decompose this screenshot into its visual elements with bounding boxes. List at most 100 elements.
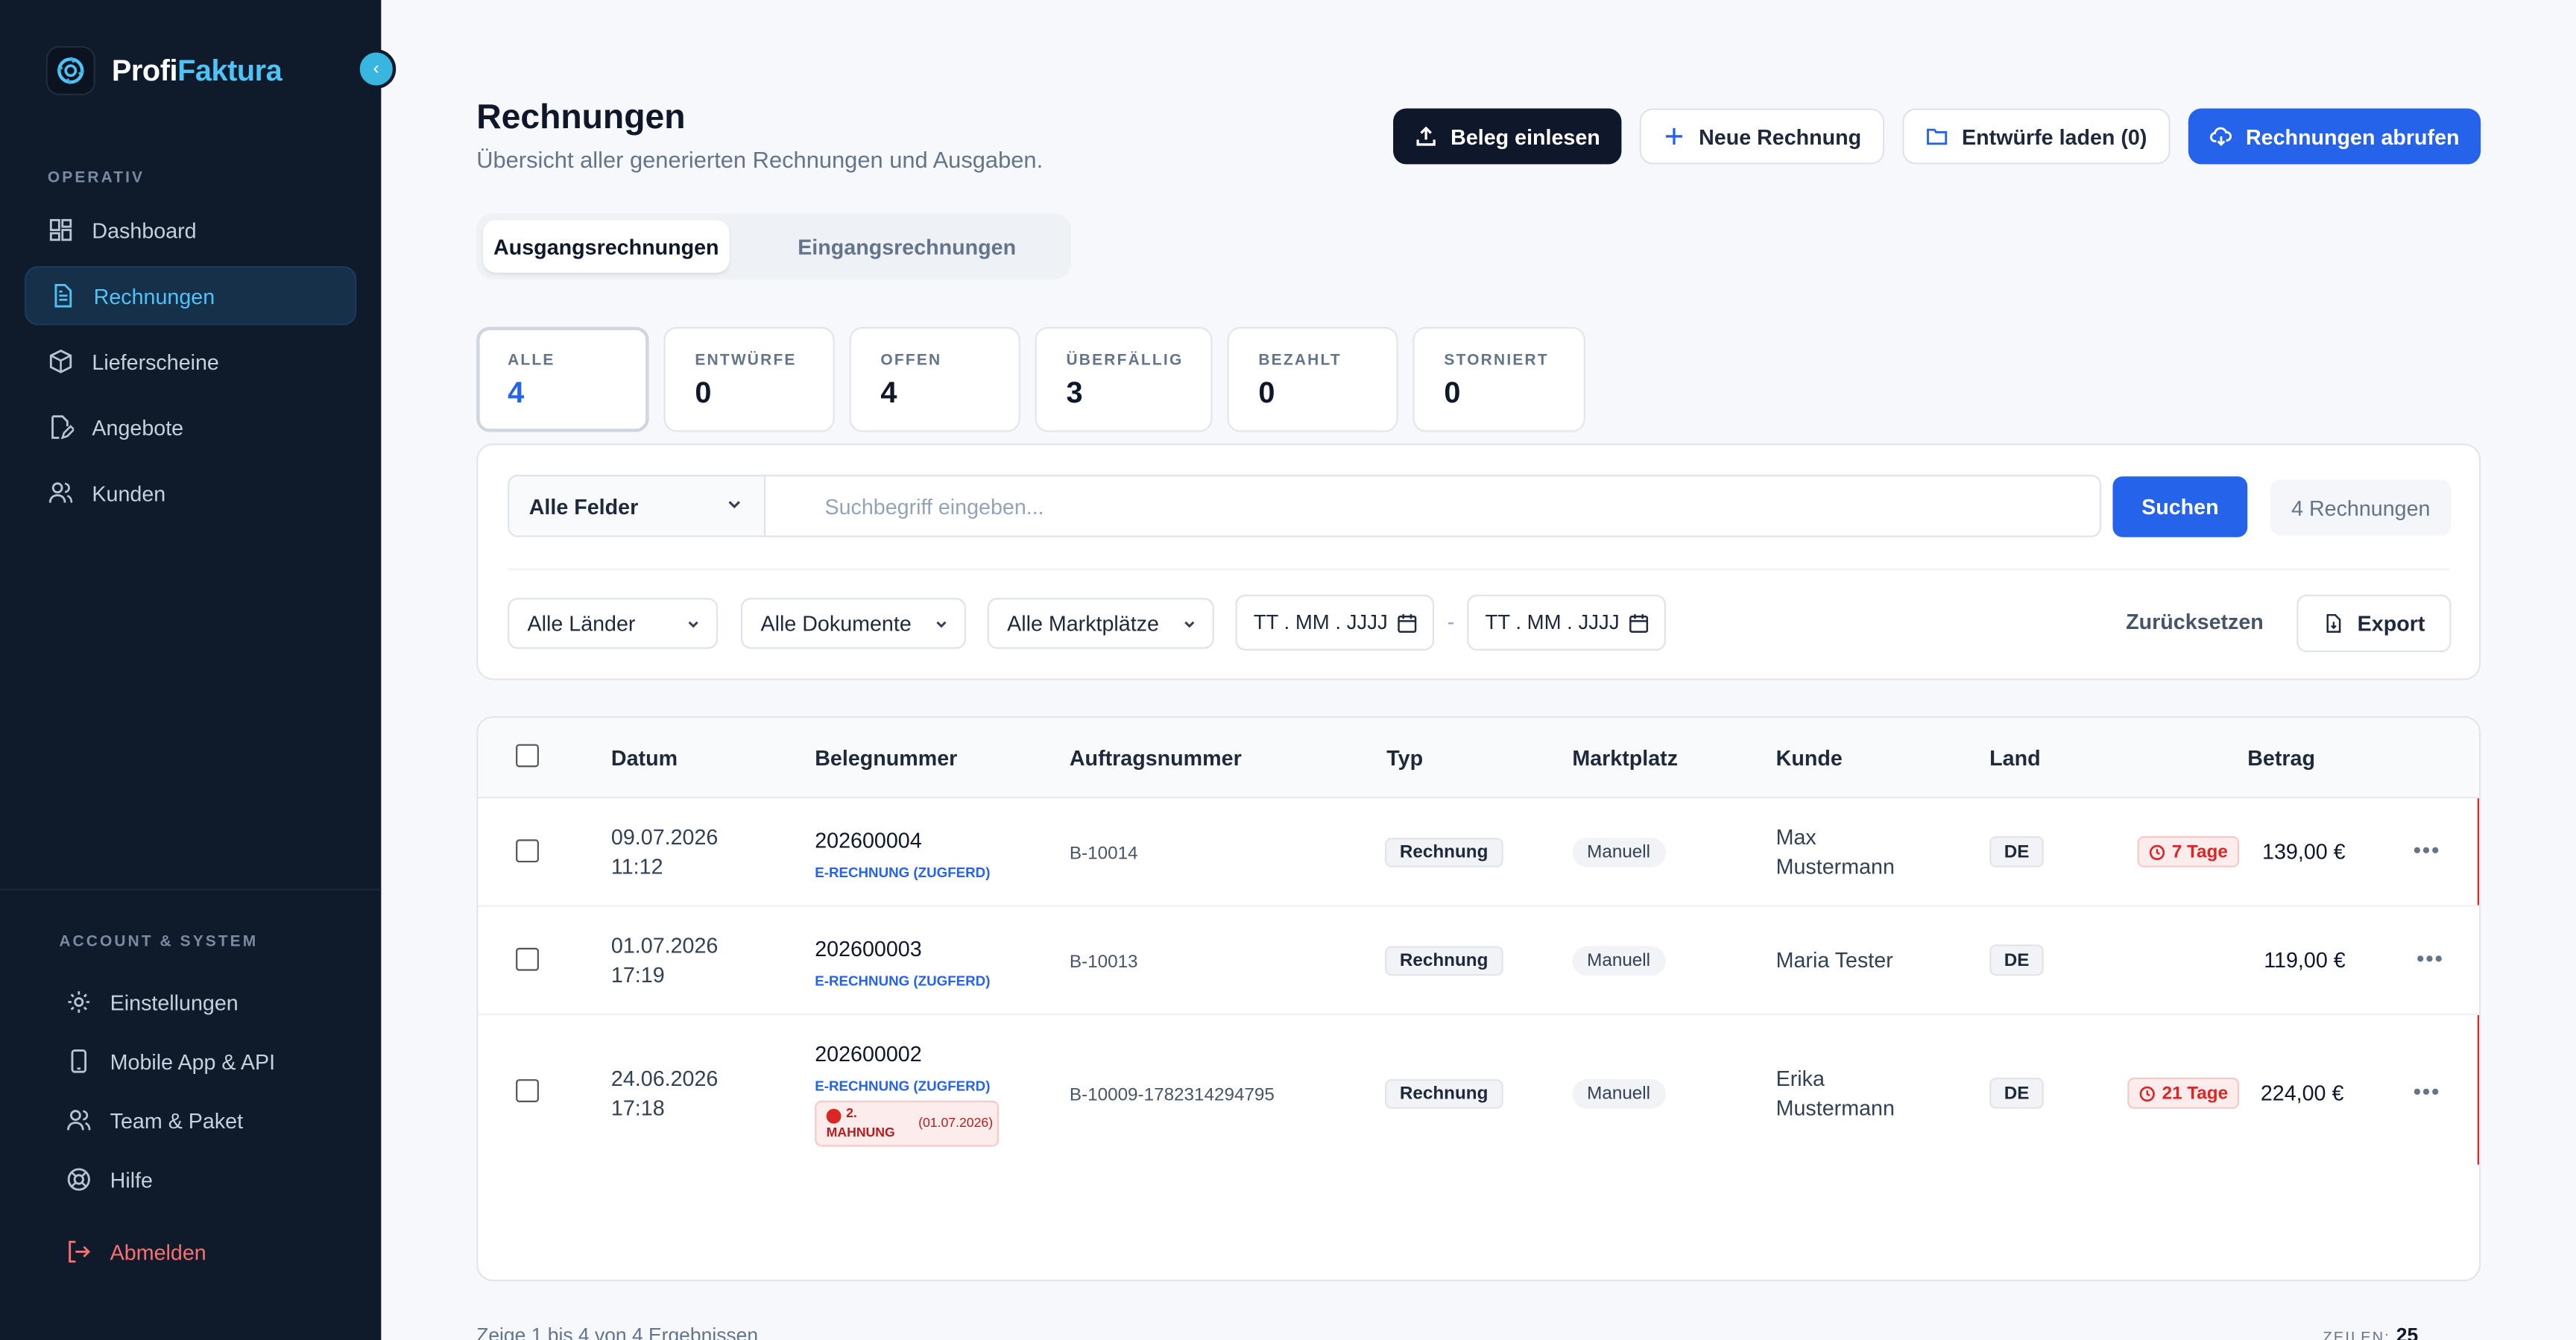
invoice-table: Datum Belegnummer Auftragsnummer Typ Mar… xyxy=(476,715,2481,1282)
tab-outgoing[interactable]: Ausgangsrechnungen xyxy=(483,220,730,273)
row-checkbox[interactable] xyxy=(516,947,539,971)
logout-button[interactable]: Abmelden xyxy=(66,1239,206,1265)
stat-card-open[interactable]: OFFEN 4 xyxy=(849,326,1020,432)
row-more-button[interactable]: ••• xyxy=(2414,1079,2441,1104)
upload-receipt-button[interactable]: Beleg einlesen xyxy=(1393,108,1622,165)
stat-card-cancelled[interactable]: STORNIERT 0 xyxy=(1412,326,1585,432)
overdue-flag xyxy=(2477,798,2479,906)
country-select[interactable]: Alle Länder xyxy=(508,598,719,649)
search-input[interactable] xyxy=(763,474,2102,537)
col-number[interactable]: Belegnummer xyxy=(815,746,957,771)
table-row[interactable]: 09.07.2026 11:12 202600004 E-RECHNUNG (Z… xyxy=(478,798,2479,907)
row-order: B-10009-1782314294795 xyxy=(1069,1085,1275,1106)
export-button[interactable]: Export xyxy=(2296,594,2452,653)
invoice-number: 202600003 xyxy=(815,936,922,961)
marketplace-badge: Manuell xyxy=(1572,1079,1665,1109)
load-drafts-label: Entwürfe laden (0) xyxy=(1962,124,2147,149)
sidebar-item-mobile-app[interactable]: Mobile App & API xyxy=(66,1048,275,1074)
section-operativ: OPERATIV xyxy=(47,169,145,188)
document-select[interactable]: Alle Dokumente xyxy=(741,598,967,649)
stat-card-paid[interactable]: BEZAHLT 0 xyxy=(1227,326,1398,432)
search-button[interactable]: Suchen xyxy=(2112,476,2248,537)
col-amount[interactable]: Betrag xyxy=(2247,746,2315,771)
row-number[interactable]: 202600003 E-RECHNUNG (ZUGFERD) xyxy=(815,935,990,996)
stat-card-overdue[interactable]: ÜBERFÄLLIG 3 xyxy=(1035,326,1213,432)
overdue-flag xyxy=(2477,1015,2479,1165)
overdue-badge: 7 Tage xyxy=(2137,835,2240,867)
row-order: B-10014 xyxy=(1069,844,1138,865)
row-more-button[interactable]: ••• xyxy=(2414,838,2441,862)
customer-line-1: Erika xyxy=(1775,1066,1825,1091)
chevron-down-icon xyxy=(728,501,740,509)
type-badge: Rechnung xyxy=(1385,1079,1503,1109)
col-country[interactable]: Land xyxy=(1989,746,2040,771)
col-type[interactable]: Typ xyxy=(1386,746,1423,771)
overdue-badge: 21 Tage xyxy=(2127,1077,2240,1109)
country-badge: DE xyxy=(1989,1077,2044,1109)
chevron-down-icon xyxy=(936,621,947,628)
table-row[interactable]: 24.06.2026 17:18 202600002 E-RECHNUNG (Z… xyxy=(478,1015,2479,1165)
sidebar-item-einstellungen[interactable]: Einstellungen xyxy=(66,989,239,1015)
new-invoice-button[interactable]: Neue Rechnung xyxy=(1639,108,1885,165)
table-row[interactable]: 01.07.2026 17:19 202600003 E-RECHNUNG (Z… xyxy=(478,907,2479,1016)
collapse-sidebar-button[interactable]: ‹ xyxy=(356,49,397,89)
sidebar-item-rechnungen[interactable]: Rechnungen xyxy=(25,266,357,326)
overdue-days: 21 Tage xyxy=(2162,1083,2229,1104)
date-range-separator: - xyxy=(1447,609,1455,634)
row-more-button[interactable]: ••• xyxy=(2416,946,2444,971)
col-order[interactable]: Auftragsnummer xyxy=(1070,746,1242,771)
row-amount: 224,00 € xyxy=(2260,1081,2344,1106)
calendar-icon xyxy=(1397,613,1416,632)
sidebar-item-team[interactable]: Team & Paket xyxy=(66,1107,243,1134)
customer-line-2: Mustermann xyxy=(1775,854,1895,879)
stat-value: 0 xyxy=(695,376,712,409)
search-field-select[interactable]: Alle Felder xyxy=(508,474,764,537)
einvoice-badge: E-RECHNUNG (ZUGFERD) xyxy=(815,972,991,989)
row-number[interactable]: 202600004 E-RECHNUNG (ZUGFERD) xyxy=(815,827,990,888)
sidebar-item-label: Hilfe xyxy=(110,1167,154,1192)
date-from-input[interactable]: TT . MM . JJJJ xyxy=(1235,594,1435,651)
row-date-time: 17:18 xyxy=(610,1096,665,1121)
sidebar-item-hilfe[interactable]: Hilfe xyxy=(66,1166,153,1192)
row-checkbox[interactable] xyxy=(516,839,539,863)
sidebar-item-lieferscheine[interactable]: Lieferscheine xyxy=(25,332,356,391)
sidebar-item-kunden[interactable]: Kunden xyxy=(25,464,356,522)
select-all-checkbox[interactable] xyxy=(516,744,539,768)
sidebar: ProfiFaktura OPERATIV Dashboard Rechnung… xyxy=(0,0,382,1340)
row-number[interactable]: 202600002 E-RECHNUNG (ZUGFERD) xyxy=(815,1040,990,1101)
invoice-number: 202600002 xyxy=(815,1041,922,1066)
marketplace-select-value: Alle Marktplätze xyxy=(1007,610,1159,636)
stat-label: ALLE xyxy=(508,351,555,370)
marketplace-select[interactable]: Alle Marktplätze xyxy=(987,598,1214,649)
fetch-invoices-button[interactable]: Rechnungen abrufen xyxy=(2188,108,2481,165)
document-icon xyxy=(54,283,72,308)
filter-divider xyxy=(508,568,2450,570)
stat-card-drafts[interactable]: ENTWÜRFE 0 xyxy=(663,326,835,432)
sidebar-item-angebote[interactable]: Angebote xyxy=(25,397,356,456)
row-customer: Max Mustermann xyxy=(1776,823,1895,882)
rows-per-page[interactable]: ZEILEN: 25 xyxy=(2323,1324,2419,1340)
row-date-day: 01.07.2026 xyxy=(610,932,719,958)
brand[interactable]: ProfiFaktura xyxy=(45,45,282,95)
rows-per-page-value: 25 xyxy=(2396,1324,2419,1340)
load-drafts-button[interactable]: Entwürfe laden (0) xyxy=(1902,108,2171,165)
page-subtitle: Übersicht aller generierten Rechnungen u… xyxy=(476,146,1044,173)
col-customer[interactable]: Kunde xyxy=(1776,746,1843,771)
table-header: Datum Belegnummer Auftragsnummer Typ Mar… xyxy=(478,718,2479,799)
row-checkbox[interactable] xyxy=(516,1079,539,1102)
reset-filters-link[interactable]: Zurücksetzen xyxy=(2126,610,2264,634)
tab-incoming[interactable]: Eingangsrechnungen xyxy=(752,220,1061,273)
einvoice-badge: E-RECHNUNG (ZUGFERD) xyxy=(815,864,991,881)
row-date: 24.06.2026 17:18 xyxy=(611,1064,718,1123)
country-select-value: Alle Länder xyxy=(527,610,636,636)
sidebar-item-dashboard[interactable]: Dashboard xyxy=(25,200,356,259)
result-count: 4 Rechnungen xyxy=(2270,479,2452,536)
row-date-day: 24.06.2026 xyxy=(610,1066,719,1091)
page-title: Rechnungen xyxy=(476,98,686,136)
col-date[interactable]: Datum xyxy=(611,746,678,771)
stat-card-all[interactable]: ALLE 4 xyxy=(476,326,649,432)
dunning-badge: 2. MAHNUNG (01.07.2026) xyxy=(815,1100,1000,1147)
clock-icon xyxy=(2139,1085,2155,1101)
col-marketplace[interactable]: Marktplatz xyxy=(1572,746,1678,771)
date-to-input[interactable]: TT . MM . JJJJ xyxy=(1467,594,1666,651)
